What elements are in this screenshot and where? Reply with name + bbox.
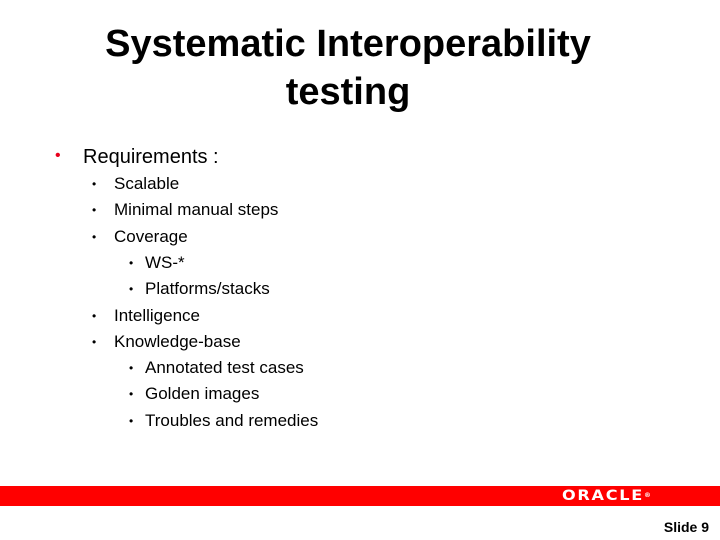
bullet-text: Intelligence <box>114 305 201 325</box>
bullet-icon: • <box>129 413 134 428</box>
slide-number: Slide 9 <box>663 519 709 535</box>
bullet-text: Annotated test cases <box>145 358 304 378</box>
bullet-icon: • <box>92 203 97 218</box>
bullet-icon: • <box>92 177 97 191</box>
bullet-list: • Requirements : • Scalable • Minimal manual … <box>0 0 720 470</box>
bullet-icon: • <box>129 255 134 270</box>
bullet-text: Platforms/stacks <box>145 279 270 299</box>
oracle-logo: ORACLE® <box>562 489 651 503</box>
bullet-icon: • <box>129 387 134 402</box>
oracle-logo-text: ORACLE <box>562 488 644 504</box>
bullet-text: Scalable <box>114 174 180 193</box>
bullet-text: WS-* <box>145 252 185 272</box>
bullet-text: Coverage <box>114 226 188 246</box>
registered-mark-icon: ® <box>643 492 651 499</box>
bullet-icon: • <box>129 361 134 376</box>
bullet-text: Requirements : <box>83 146 219 168</box>
bullet-text: Golden images <box>145 384 260 404</box>
bullet-text: Troubles and remedies <box>145 410 319 430</box>
footer-red-bar: ORACLE® <box>0 486 720 506</box>
bullet-icon: • <box>129 282 134 297</box>
bullet-text: Minimal manual steps <box>114 200 279 220</box>
bullet-icon: • <box>92 334 97 349</box>
bullet-icon: • <box>55 147 61 164</box>
bullet-icon: • <box>92 308 97 323</box>
bullet-icon: • <box>92 229 97 244</box>
bullet-text: Knowledge-base <box>114 331 241 351</box>
